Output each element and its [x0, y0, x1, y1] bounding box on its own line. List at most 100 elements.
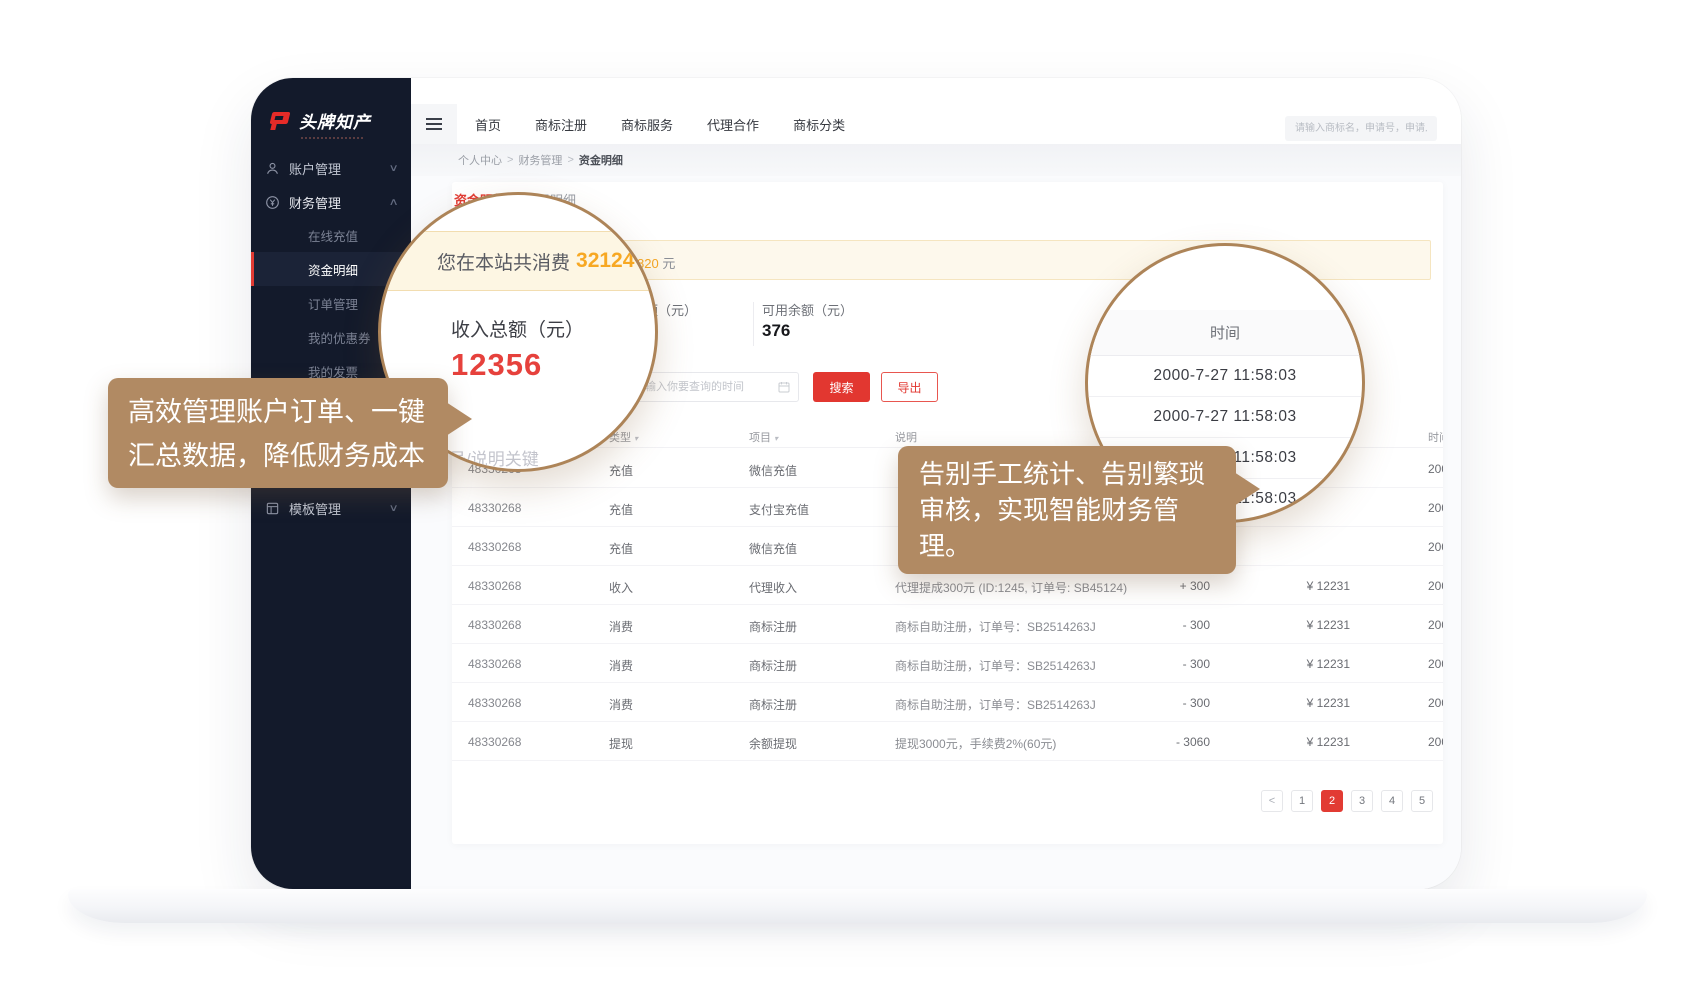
cell-time: 2000-7-27 11:58:03: [1428, 501, 1443, 515]
table-header-col3[interactable]: 项目▾: [749, 429, 778, 445]
export-button[interactable]: 导出: [881, 372, 938, 402]
logo-flag-icon: [269, 112, 291, 130]
cell-time: 2000-7-27 11:58:03: [1428, 657, 1443, 671]
cell-amount: + 300: [1092, 579, 1210, 593]
nav-item-1[interactable]: 首页: [475, 115, 501, 134]
table-row: 48330268提现余额提现提现3000元，手续费2%(60元)- 3060¥ …: [452, 722, 1443, 761]
available-balance-value: 376: [762, 321, 790, 341]
search-input[interactable]: [1285, 116, 1437, 141]
pagination-page-5[interactable]: 5: [1411, 790, 1433, 812]
sidebar-item-label: 账户管理: [289, 159, 390, 178]
magnified-income-value: 12356: [451, 347, 542, 383]
magnified-time-header: 时间: [1088, 310, 1362, 356]
cell-order-no: 48330268: [468, 657, 521, 671]
cell-project: 商标注册: [749, 618, 797, 635]
cell-project: 商标注册: [749, 696, 797, 713]
cell-balance: ¥ 12231: [1210, 618, 1350, 632]
chevron-down-icon: ∨: [388, 163, 398, 174]
cell-project: 代理收入: [749, 579, 797, 596]
cell-time: 2000-7-27 11:58:03: [1428, 579, 1443, 593]
breadcrumb-separator: >: [507, 154, 513, 166]
table-header-col7: 时间: [1428, 429, 1443, 445]
hamburger-menu-icon[interactable]: [411, 104, 457, 144]
cell-type: 消费: [609, 696, 633, 713]
cell-type: 充值: [609, 462, 633, 479]
cell-time: 2000-7-27 11:58:03: [1428, 735, 1443, 749]
cell-order-no: 48330268: [468, 696, 521, 710]
cell-type: 提现: [609, 735, 633, 752]
nav-item-5[interactable]: 商标分类: [793, 115, 845, 134]
magnified-income-label: 收入总额（元）: [451, 315, 584, 342]
sidebar-item-account[interactable]: 账户管理 ∨: [251, 152, 411, 184]
cell-amount: - 300: [1092, 696, 1210, 710]
search-button[interactable]: 搜索: [813, 372, 870, 402]
template-icon: [265, 501, 280, 516]
cell-balance: ¥ 12231: [1210, 657, 1350, 671]
cell-order-no: 48330268: [468, 501, 521, 515]
cell-order-no: 48330268: [468, 540, 521, 554]
pagination-page-1[interactable]: 1: [1291, 790, 1313, 812]
sidebar-item-label: 模板管理: [289, 499, 390, 518]
callout-right: 告别手工统计、告别繁琐审核，实现智能财务管理。: [898, 446, 1236, 574]
magnified-time-row: 2000-7-27 11:58:03: [1088, 356, 1362, 397]
cell-project: 商标注册: [749, 657, 797, 674]
logo[interactable]: 头牌知产: [251, 78, 411, 133]
cell-time: 2000-7-27 11:58:03: [1428, 618, 1443, 632]
cell-project: 支付宝充值: [749, 501, 809, 518]
table-row: 48330268消费商标注册商标自助注册，订单号：SB2514263J- 300…: [452, 605, 1443, 644]
cell-project: 微信充值: [749, 540, 797, 557]
cell-amount: - 3060: [1092, 735, 1210, 749]
callout-right-tail: [1234, 472, 1260, 506]
nav-item-4[interactable]: 代理合作: [707, 115, 759, 134]
cell-time: 2000-7-27 11:58:03: [1428, 696, 1443, 710]
sort-caret-icon[interactable]: ▾: [774, 434, 778, 443]
cell-project: 余额提现: [749, 735, 797, 752]
cell-order-no: 48330268: [468, 579, 521, 593]
chevron-down-icon: ∨: [388, 503, 398, 514]
user-icon: [265, 161, 280, 176]
cell-description: 商标自助注册，订单号：SB2514263J: [895, 696, 1096, 713]
laptop-base: [68, 889, 1647, 923]
magnified-time-row: 2000-7-27 11:58:03: [1088, 397, 1362, 438]
chevron-up-icon: ∧: [388, 197, 398, 208]
callout-left: 高效管理账户订单、一键汇总数据，降低财务成本: [108, 378, 448, 488]
logo-title: 头牌知产: [299, 108, 371, 133]
pagination-page-3[interactable]: 3: [1351, 790, 1373, 812]
cell-description: 商标自助注册，订单号：SB2514263J: [895, 657, 1096, 674]
cell-balance: ¥ 12231: [1210, 579, 1350, 593]
nav-item-3[interactable]: 商标服务: [621, 115, 673, 134]
callout-left-tail: [446, 402, 472, 436]
sidebar-item-label: 财务管理: [289, 193, 390, 212]
date-query-input[interactable]: [634, 372, 799, 402]
cell-amount: - 300: [1092, 657, 1210, 671]
sort-caret-icon[interactable]: ▾: [634, 434, 638, 443]
pagination-prev-button[interactable]: <: [1261, 790, 1283, 812]
table-row: 48330268消费商标注册商标自助注册，订单号：SB2514263J- 300…: [452, 644, 1443, 683]
topbar: 首页 商标注册 商标服务 代理合作 商标分类: [411, 78, 1461, 144]
table-row: 48330268 消费 商标注册 商标自助注册，订单号：SB2514263J- 300…: [452, 683, 1443, 722]
cell-type: 充值: [609, 540, 633, 557]
breadcrumb-item[interactable]: 个人中心: [458, 152, 502, 168]
pagination: <12345: [1261, 790, 1433, 812]
pagination-page-4[interactable]: 4: [1381, 790, 1403, 812]
finance-icon: [265, 195, 280, 210]
cell-time: 2000-7-27 11:58:03: [1428, 462, 1443, 476]
sidebar-item-template[interactable]: 模板管理 ∨: [251, 492, 411, 524]
cell-order-no: 48330268: [468, 735, 521, 749]
breadcrumb-item[interactable]: 财务管理: [518, 152, 562, 168]
sidebar-item-finance[interactable]: 财务管理 ∧: [251, 186, 411, 218]
magnified-banner-prefix: 您在本站共消费: [437, 248, 570, 275]
top-navigation: 首页 商标注册 商标服务 代理合作 商标分类: [475, 104, 845, 144]
calendar-icon[interactable]: [778, 381, 790, 393]
stage: 头牌知产 账户管理 ∨ 财务管理 ∧ 在线充值资金明细订单管理我的优惠券我的发票…: [0, 0, 1696, 1002]
table-header-col4: 说明: [895, 429, 917, 445]
cell-amount: - 300: [1092, 618, 1210, 632]
pagination-page-2[interactable]: 2: [1321, 790, 1343, 812]
breadcrumb: 个人中心 > 财务管理 > 资金明细: [411, 144, 1461, 176]
nav-item-2[interactable]: 商标注册: [535, 115, 587, 134]
cell-type: 消费: [609, 618, 633, 635]
breadcrumb-separator: >: [567, 154, 573, 166]
magnified-banner: 您在本站共消费 32124 元: [381, 231, 655, 291]
cell-balance: ¥ 12231: [1210, 696, 1350, 710]
cell-type: 收入: [609, 579, 633, 596]
